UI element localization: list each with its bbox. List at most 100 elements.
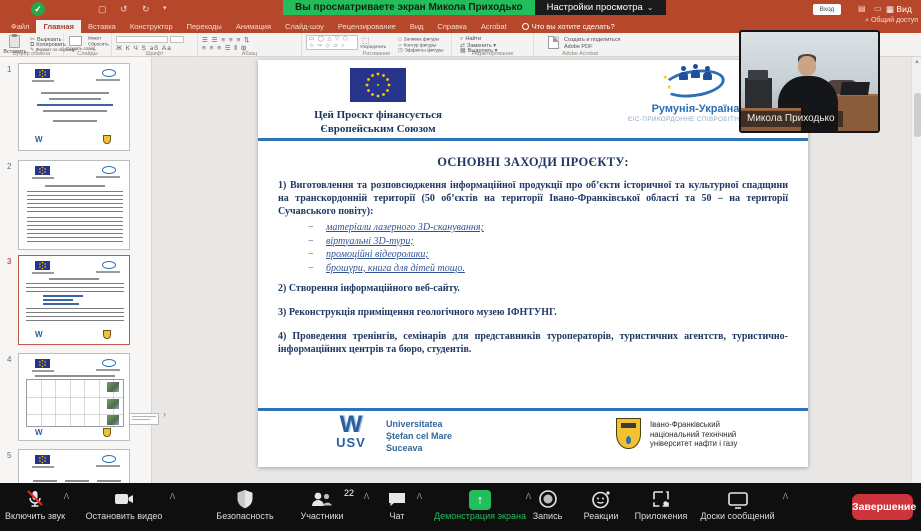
- camera-icon: [70, 483, 178, 510]
- adobe-pdf-button[interactable]: Создать и поделиться Adobe PDF: [564, 37, 622, 50]
- laptop: [840, 82, 870, 95]
- end-meeting-button[interactable]: Завершение: [852, 494, 913, 520]
- arrange-button[interactable]: Упорядочить: [360, 45, 386, 50]
- editing-group: ⌕Найти ⇄Заменить ▾ ▦Выделить ▾ Редактиро…: [452, 33, 534, 57]
- ribbon-options-icon[interactable]: ▤: [858, 4, 866, 13]
- program-logo-mini: [102, 69, 116, 77]
- view-menu[interactable]: ▦ Вид: [886, 4, 912, 15]
- save-icon[interactable]: ▢: [98, 4, 107, 15]
- font-size-box[interactable]: [170, 36, 184, 43]
- ifntung-name: Івано-Франківський національний технічни…: [650, 420, 737, 449]
- arrange-icon[interactable]: ⬚: [362, 36, 370, 45]
- ifntung-coat-of-arms-icon: [616, 418, 641, 449]
- restore-window-icon[interactable]: ▭: [874, 4, 882, 13]
- tab-animations[interactable]: Анимация: [229, 20, 278, 33]
- slides-group: Создать слайд Макет Сбросить Слайды: [64, 33, 112, 57]
- tab-design[interactable]: Конструктор: [123, 20, 180, 33]
- tab-acrobat[interactable]: Acrobat: [474, 20, 514, 33]
- participant-name-label: Микола Приходько: [741, 111, 843, 127]
- paste-icon[interactable]: [9, 35, 20, 48]
- participants-icon: 22: [282, 483, 362, 510]
- view-settings-dropdown[interactable]: Настройки просмотра ⌄: [535, 0, 666, 15]
- tab-help[interactable]: Справка: [430, 20, 473, 33]
- view-settings-label: Настройки просмотра: [547, 2, 643, 13]
- zoom-banner: Вы просматриваете экран Микола Приходько…: [283, 0, 666, 15]
- reactions-button[interactable]: Реакции: [573, 483, 629, 531]
- slide-canvas[interactable]: Цей Проєкт фінансується Європейським Сою…: [258, 60, 808, 467]
- record-icon: [520, 483, 575, 510]
- participant-head: [798, 56, 816, 76]
- new-slide-icon[interactable]: [69, 36, 82, 46]
- view-menu-label: Вид: [896, 4, 911, 14]
- ifntung-logo-mini: [103, 135, 111, 144]
- slide-item-4: 4) Проведення тренінгів, семінарів для п…: [278, 330, 788, 356]
- tab-view[interactable]: Вид: [403, 20, 431, 33]
- tab-review[interactable]: Рецензирование: [331, 20, 403, 33]
- shield-icon: [205, 483, 285, 510]
- scroll-up-icon[interactable]: ▲: [912, 59, 921, 65]
- usv-logo-mini: W: [35, 135, 43, 144]
- drawing-group: ▭ ◯ △ ▽ ⬠ ☆ ⇨ ◇ ▱ ○ ⬚ Упорядочить ◇Залив…: [302, 33, 452, 57]
- tab-file[interactable]: Файл: [4, 20, 36, 33]
- font-name-box[interactable]: [116, 36, 168, 43]
- usv-abbr: USV: [326, 435, 376, 450]
- shared-screen: ✓ ▢ ↺ ↻ ▾ Вы просматриваете экран Микола…: [0, 0, 921, 531]
- eu-flag-mini: [35, 166, 50, 175]
- undo-icon[interactable]: ↺: [120, 4, 128, 15]
- usv-logo-mini: W: [35, 330, 43, 339]
- tab-transitions[interactable]: Переходы: [180, 20, 229, 33]
- stop-video-button[interactable]: Остановить видео ᐱ: [70, 483, 178, 531]
- vertical-scrollbar[interactable]: ▲: [911, 57, 921, 483]
- slide-number: 1: [7, 65, 16, 74]
- slide-number: 5: [7, 451, 16, 460]
- slide-thumbnail-2[interactable]: [18, 160, 130, 250]
- slide-number: 4: [7, 355, 16, 364]
- record-button[interactable]: Запись: [520, 483, 575, 531]
- editing-group-label: Редактирование: [452, 51, 533, 57]
- usv-logo: W USV: [326, 415, 376, 450]
- program-logo-mini: [102, 166, 116, 174]
- tab-insert[interactable]: Вставка: [81, 20, 123, 33]
- eu-flag: [350, 68, 406, 102]
- share-access[interactable]: ⌕ Общий доступ: [865, 17, 918, 25]
- chevron-down-icon: ⌄: [647, 3, 654, 12]
- whiteboards-caret[interactable]: ᐱ: [782, 493, 789, 500]
- participants-button[interactable]: 22 Участники ᐱ: [282, 483, 362, 531]
- apps-button[interactable]: Приложения: [628, 483, 694, 531]
- mute-options-caret[interactable]: ᐱ: [63, 493, 70, 500]
- paragraph-group: ☰ ☰ ≡ ≡ ≡ ⇅ ≡ ≡ ≡ ☰ ⫴ ⊞ Абзац: [198, 33, 302, 57]
- scrollbar-thumb[interactable]: [914, 93, 921, 137]
- slide-thumbnail-1[interactable]: W: [18, 63, 130, 151]
- eu-funding-caption: Цей Проєкт фінансується Європейським Сою…: [283, 108, 473, 136]
- sign-in-button[interactable]: Вход: [813, 4, 841, 15]
- adobe-group: Создать и поделиться Adobe PDF Adobe Acr…: [534, 33, 626, 57]
- tab-slideshow[interactable]: Слайд-шоу: [278, 20, 331, 33]
- mic-muted-icon: [0, 483, 70, 510]
- participant-count-badge: 22: [344, 488, 354, 498]
- slide-thumbnail-4[interactable]: W: [18, 353, 130, 441]
- bullet-item: −матеріали лазерного 3D-сканування;: [308, 221, 788, 235]
- whiteboards-button[interactable]: Доски сообщений ᐱ: [690, 483, 785, 531]
- paragraph-buttons[interactable]: ☰ ☰ ≡ ≡ ≡ ⇅: [202, 36, 251, 44]
- layout-button[interactable]: Макет: [88, 36, 101, 41]
- security-button[interactable]: Безопасность: [205, 483, 285, 531]
- video-options-caret[interactable]: ᐱ: [169, 493, 176, 500]
- tab-home[interactable]: Главная: [36, 20, 81, 33]
- redo-icon[interactable]: ↻: [142, 4, 150, 15]
- font-group-label: Шрифт: [112, 51, 197, 57]
- slide-number-selected: 3: [7, 257, 16, 266]
- participant-video-thumbnail[interactable]: Микола Приходько: [739, 30, 880, 133]
- bullet-item: −промоційні відеоролики;: [308, 248, 788, 262]
- slide-footer: W USV Universitatea Ştefan cel Mare Suce…: [258, 415, 808, 465]
- shapes-gallery[interactable]: ▭ ◯ △ ▽ ⬠ ☆ ⇨ ◇ ▱ ○: [306, 35, 358, 50]
- adobe-group-label: Adobe Acrobat: [534, 51, 626, 57]
- qat-dropdown-icon[interactable]: ▾: [163, 4, 167, 12]
- printer: [748, 70, 768, 80]
- slide-thumbnail-5[interactable]: [18, 449, 130, 483]
- unmute-button[interactable]: Включить звук ᐱ: [0, 483, 70, 531]
- slide-item-3: 3) Реконструкція приміщення геологічного…: [278, 306, 788, 319]
- tell-me-box[interactable]: Что вы хотите сделать?: [522, 20, 615, 33]
- eu-flag-mini: [35, 69, 50, 78]
- slide-thumbnail-3-selected[interactable]: W: [18, 255, 130, 345]
- reset-button[interactable]: Сбросить: [88, 42, 109, 47]
